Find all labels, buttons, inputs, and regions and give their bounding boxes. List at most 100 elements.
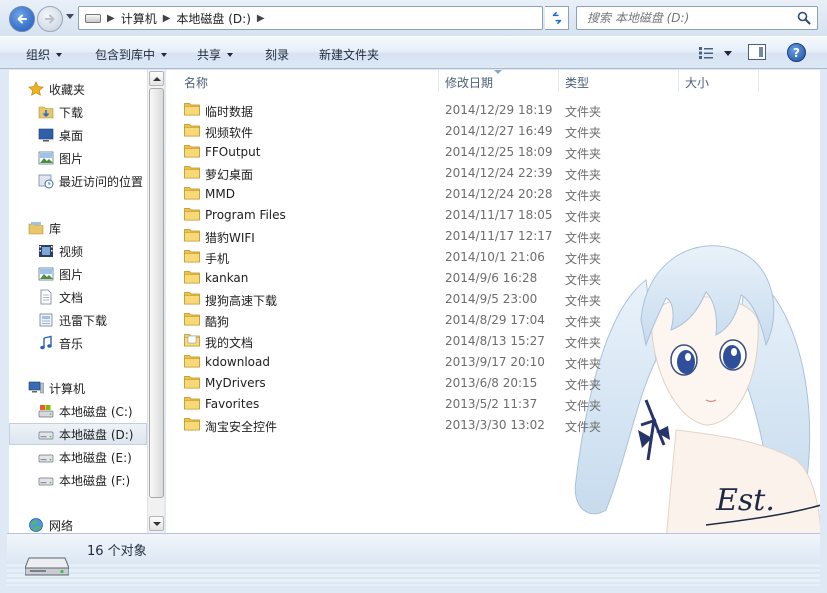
file-row[interactable]: 淘宝安全控件 2013/3/30 13:02 文件夹	[166, 414, 820, 435]
nav-item-drive-e[interactable]: 本地磁盘 (E:)	[9, 446, 147, 468]
drive-icon	[38, 454, 54, 463]
refresh-button[interactable]	[545, 6, 569, 30]
file-type: 文件夹	[565, 315, 602, 329]
file-row[interactable]: 猎豹WIFI 2014/11/17 12:17 文件夹	[166, 225, 820, 246]
nav-item-label: 本地磁盘 (F:)	[59, 473, 131, 488]
file-row[interactable]: FFOutput 2014/12/25 18:09 文件夹	[166, 141, 820, 162]
burn-button[interactable]: 刻录	[265, 46, 289, 63]
column-size[interactable]: 大小	[685, 74, 709, 91]
file-type: 文件夹	[565, 231, 602, 245]
library-folder-icon	[39, 313, 53, 327]
search-icon[interactable]	[797, 11, 811, 25]
folder-icon	[184, 229, 200, 242]
file-row[interactable]: 搜狗高速下载 2014/9/5 23:00 文件夹	[166, 288, 820, 309]
column-divider[interactable]	[558, 70, 559, 92]
nav-item-drive-c[interactable]: 本地磁盘 (C:)	[9, 400, 147, 422]
organize-menu-button[interactable]: 组织	[26, 46, 63, 63]
nav-network-label: 网络	[49, 518, 74, 533]
preview-pane-button[interactable]	[748, 44, 766, 60]
address-bar[interactable]: ▶ 计算机 ▶ 本地磁盘 (D:) ▶	[78, 6, 614, 30]
nav-favorites[interactable]: 收藏夹	[9, 78, 147, 100]
breadcrumb-drive-d[interactable]: 本地磁盘 (D:)	[176, 10, 250, 27]
file-date-modified: 2013/6/8 20:15	[445, 376, 538, 390]
nav-item-documents[interactable]: 文档	[9, 286, 147, 308]
file-type: 文件夹	[565, 378, 602, 392]
file-type: 文件夹	[565, 357, 602, 371]
nav-item-videos[interactable]: 视频	[9, 240, 147, 262]
column-type[interactable]: 类型	[565, 74, 589, 91]
drive-icon	[25, 557, 69, 576]
column-name[interactable]: 名称	[184, 74, 208, 91]
nav-item-thunder-downloads[interactable]: 迅雷下载	[9, 309, 147, 331]
file-row[interactable]: Favorites 2013/5/2 11:37 文件夹	[166, 393, 820, 414]
pictures-icon	[38, 151, 54, 165]
file-row[interactable]: kdownload 2013/9/17 20:10 文件夹	[166, 351, 820, 372]
nav-item-drive-f[interactable]: 本地磁盘 (F:)	[9, 469, 147, 491]
file-row[interactable]: 手机 2014/10/1 21:06 文件夹	[166, 246, 820, 267]
file-row[interactable]: MyDrivers 2013/6/8 20:15 文件夹	[166, 372, 820, 393]
nav-network[interactable]: 网络	[9, 514, 147, 533]
folder-icon	[184, 187, 200, 200]
nav-item-downloads[interactable]: 下载	[9, 101, 147, 123]
file-date-modified: 2014/8/29 17:04	[445, 313, 545, 327]
folder-icon	[184, 145, 200, 158]
network-icon	[29, 518, 43, 532]
nav-libraries[interactable]: 库	[9, 217, 147, 239]
breadcrumb-computer[interactable]: 计算机	[121, 10, 157, 27]
column-divider[interactable]	[678, 70, 679, 92]
star-icon	[28, 81, 44, 96]
nav-item-desktop[interactable]: 桌面	[9, 124, 147, 146]
file-date-modified: 2014/9/6 16:28	[445, 271, 538, 285]
scroll-up-button[interactable]	[149, 71, 164, 86]
file-row[interactable]: kankan 2014/9/6 16:28 文件夹	[166, 267, 820, 288]
nav-item-music[interactable]: 音乐	[9, 332, 147, 354]
file-type: 文件夹	[565, 294, 602, 308]
recent-pages-chevron-icon[interactable]	[66, 14, 74, 19]
search-box[interactable]	[576, 6, 818, 30]
nav-item-drive-d[interactable]: 本地磁盘 (D:)	[9, 423, 147, 445]
file-row[interactable]: 酷狗 2014/8/29 17:04 文件夹	[166, 309, 820, 330]
file-row[interactable]: MMD 2014/12/24 20:28 文件夹	[166, 183, 820, 204]
file-row[interactable]: 视频软件 2014/12/27 16:49 文件夹	[166, 120, 820, 141]
pictures-icon	[38, 267, 54, 281]
file-list: 名称 修改日期 类型 大小 Est. 临时数据 2014/12/29 18:19…	[166, 70, 820, 533]
nav-item-library-pictures[interactable]: 图片	[9, 263, 147, 285]
breadcrumb-separator-icon[interactable]: ▶	[163, 13, 171, 24]
change-view-button[interactable]	[690, 42, 740, 64]
forward-button[interactable]	[37, 6, 63, 32]
nav-computer[interactable]: 计算机	[9, 377, 147, 399]
scroll-down-button[interactable]	[149, 516, 164, 531]
file-name: MMD	[205, 187, 235, 201]
column-divider[interactable]	[438, 70, 439, 92]
folder-icon	[184, 376, 200, 389]
new-folder-button[interactable]: 新建文件夹	[319, 46, 379, 63]
help-button[interactable]: ?	[787, 43, 806, 62]
file-row[interactable]: 我的文档 2014/8/13 15:27 文件夹	[166, 330, 820, 351]
nav-item-pictures[interactable]: 图片	[9, 147, 147, 169]
include-in-library-button[interactable]: 包含到库中	[95, 46, 168, 63]
scroll-thumb[interactable]	[149, 88, 164, 498]
nav-item-recent-places[interactable]: 最近访问的位置	[9, 170, 147, 192]
file-row[interactable]: 临时数据 2014/12/29 18:19 文件夹	[166, 99, 820, 120]
folder-icon	[184, 124, 200, 137]
folder-icon	[184, 313, 200, 326]
chevron-down-icon[interactable]	[724, 50, 732, 56]
navigation-scrollbar[interactable]	[147, 70, 164, 533]
desktop-icon	[38, 128, 54, 142]
folder-icon	[184, 166, 200, 179]
back-button[interactable]	[9, 6, 35, 32]
folder-icon	[184, 418, 200, 431]
drive-icon	[38, 431, 54, 440]
video-library-icon	[39, 245, 53, 257]
column-date-modified[interactable]: 修改日期	[445, 74, 493, 91]
file-date-modified: 2014/12/24 20:28	[445, 187, 553, 201]
column-divider[interactable]	[758, 70, 759, 92]
share-button[interactable]: 共享	[197, 46, 234, 63]
drive-icon	[85, 13, 101, 23]
file-row[interactable]: 萝幻桌面 2014/12/24 22:39 文件夹	[166, 162, 820, 183]
breadcrumb-separator-icon[interactable]: ▶	[257, 13, 265, 24]
file-row[interactable]: Program Files 2014/11/17 18:05 文件夹	[166, 204, 820, 225]
breadcrumb-separator-icon[interactable]: ▶	[107, 13, 115, 24]
search-input[interactable]	[587, 11, 787, 25]
file-type: 文件夹	[565, 210, 602, 224]
